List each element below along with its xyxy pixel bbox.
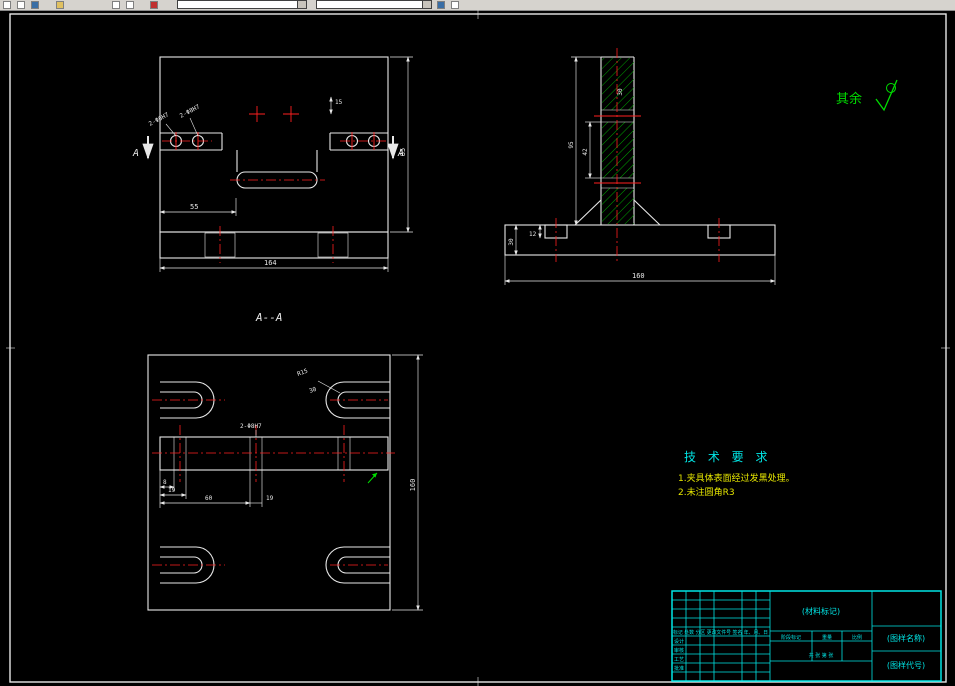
radius-note: R15 (296, 367, 309, 377)
drawing-code-label: (图样代号) (887, 660, 925, 670)
dim-12: 12 (529, 231, 537, 238)
dim-15: 15 (335, 99, 343, 106)
sign-process-label: 工艺 (674, 657, 684, 663)
hatched-column-bottom (602, 188, 634, 224)
sign-check-label: 审核 (674, 647, 684, 654)
hole-note-2: 2-Φ8H7 (179, 103, 202, 120)
dim-19a: 19 (168, 487, 176, 494)
section-mark-left: A (132, 148, 139, 159)
dim-160-section: 160 (409, 479, 417, 492)
scale-label: 比例 (852, 634, 862, 641)
dim-30-base: 30 (508, 238, 515, 246)
drawing-canvas[interactable]: 2-Φ6H7 2-Φ8H7 A A 55 164 85 15 42 95 30 … (0, 0, 955, 686)
dim-164: 164 (264, 259, 277, 267)
dim-19b: 19 (266, 495, 274, 502)
stage-label: 阶段标记 (781, 634, 801, 641)
dim-95: 95 (568, 141, 575, 149)
weight-label: 重量 (822, 634, 832, 641)
section-title: A--A (255, 311, 283, 324)
roughness-icon (875, 79, 898, 112)
sheets-label: 共 张 第 张 (809, 652, 834, 659)
hatched-column-top (602, 58, 634, 110)
title-block: (材料标记) (图样名称) (图样代号) 标记 处数 分区 更改文件号 签名 年… (671, 590, 942, 682)
dim-85: 85 (399, 148, 407, 156)
cad-window: 2-Φ6H7 2-Φ8H7 A A 55 164 85 15 42 95 30 … (0, 0, 955, 686)
dim-8: 8 (163, 479, 167, 486)
tech-item-2: 2.未注圆角R3 (678, 486, 735, 498)
sign-design-label: 设计 (674, 638, 684, 645)
datum-arrow-icon (367, 472, 378, 484)
sign-approve-label: 批准 (674, 665, 684, 672)
front-view: 2-Φ6H7 2-Φ8H7 A A 55 164 85 15 (132, 56, 413, 272)
drawing-name-label: (图样名称) (887, 633, 925, 643)
hatched-band (159, 436, 389, 471)
hole-note-section: 2-Φ8H7 (240, 423, 262, 430)
dim-30-column: 30 (617, 88, 624, 96)
hatched-column-mid (602, 122, 634, 178)
dim-30-section: 30 (308, 386, 318, 395)
side-view: 42 95 30 12 30 160 (504, 48, 776, 285)
dim-55: 55 (190, 203, 198, 211)
tech-requirements: 技 术 要 求 1.夹具体表面经过发黑处理。 2.未注圆角R3 (678, 450, 795, 498)
tech-item-1: 1.夹具体表面经过发黑处理。 (678, 472, 795, 484)
tech-title: 技 术 要 求 (684, 450, 771, 464)
revision-header: 标记 处数 分区 更改文件号 签名 年、月、日 (673, 629, 768, 636)
dim-60: 60 (205, 495, 213, 502)
dim-42: 42 (582, 148, 589, 156)
section-view: A--A R15 30 2-Φ8H7 8 19 60 19 160 (147, 311, 423, 611)
dim-160-side: 160 (632, 272, 645, 280)
remainder-label: 其余 (836, 91, 862, 107)
material-mark-label: (材料标记) (802, 606, 840, 616)
surface-finish-note: 其余 (836, 79, 898, 112)
